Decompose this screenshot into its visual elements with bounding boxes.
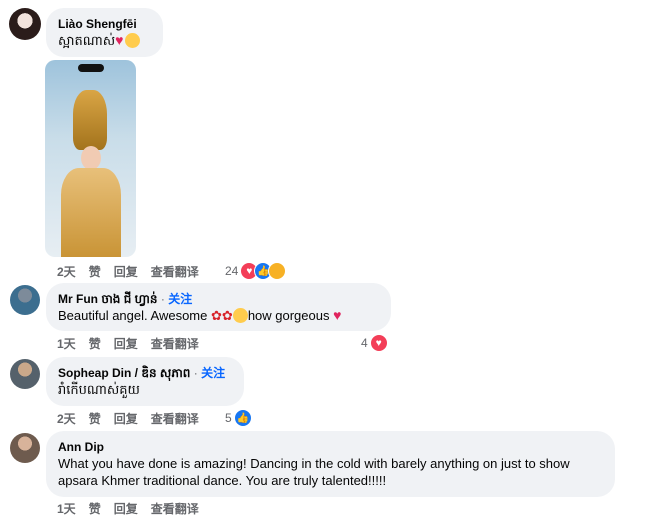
heart-reaction-icon: ♥ [369,334,388,352]
translate-button[interactable]: 查看翻译 [151,335,199,352]
like-button[interactable]: 赞 [89,335,101,352]
comment-author-line: Mr Fun ចាង ជី ហ្វាន់ · 关注 [58,291,379,307]
comment-actions: 2天赞回复 查看翻译 [57,410,212,427]
comment-time[interactable]: 1天 [57,335,76,352]
comment-time[interactable]: 2天 [57,263,76,280]
reply-button[interactable]: 回复 [114,500,138,517]
like-button[interactable]: 赞 [89,500,101,517]
translate-button[interactable]: 查看翻译 [151,500,199,517]
comment-text-part: how gorgeous [247,308,330,323]
comment-text-part: Beautiful angel. Awesome [58,308,208,323]
avatar[interactable] [10,359,40,389]
reaction-count: 5 [225,411,232,425]
comment-time[interactable]: 1天 [57,500,76,517]
reply-button[interactable]: 回复 [114,335,138,352]
comment-author[interactable]: Ann Dip [58,439,603,455]
heart-emoji-icon: ♥ [115,32,124,48]
comment-time[interactable]: 2天 [57,410,76,427]
kiss-emoji-icon [125,33,141,48]
follow-button[interactable]: 关注 [201,366,225,380]
reply-button[interactable]: 回复 [114,410,138,427]
separator-dot: · [160,292,165,306]
reply-button[interactable]: 回复 [114,263,138,280]
comment-image[interactable] [45,60,136,257]
reaction-summary[interactable]: 5 👍 [225,409,252,427]
comment-actions: 1天赞回复 查看翻译 [57,335,212,352]
comment-bubble: Ann Dip What you have done is amazing! D… [46,431,615,497]
avatar[interactable] [9,8,41,40]
comment-text-content: ស្អាតណាស់ [58,33,116,48]
headdress-shape [73,90,107,150]
separator-dot: · [193,366,198,380]
comment-author[interactable]: Sopheap Din / ឌិន សុភាព [58,366,190,380]
like-button[interactable]: 赞 [89,410,101,427]
translate-button[interactable]: 查看翻译 [151,263,199,280]
heart-emoji-icon: ♥ [333,307,342,323]
dancer-body [61,168,121,257]
comment-text: Beautiful angel. Awesome ✿✿ how gorgeous … [58,307,379,324]
heart-eyes-emoji-icon [232,308,248,323]
avatar[interactable] [10,285,40,315]
translate-button[interactable]: 查看翻译 [151,410,199,427]
comment-text: What you have done is amazing! Dancing i… [58,456,570,488]
like-button[interactable]: 赞 [89,263,101,280]
avatar[interactable] [10,433,40,463]
comment-bubble: Sopheap Din / ឌិន សុភាព · 关注 រាំកើបណាស់គ… [46,357,244,406]
comment-author[interactable]: Liào Shengfēi [58,16,151,32]
comment-bubble: Mr Fun ចាង ជី ហ្វាន់ · 关注 Beautiful ange… [46,283,391,331]
care-reaction-icon [268,262,287,280]
reaction-summary[interactable]: 4 ♥ [361,334,388,352]
comment-actions: 2天赞回复 查看翻译 [57,263,212,280]
dancer-face [81,146,101,170]
phone-notch-icon [78,64,104,72]
rose-emoji-icon: ✿ [221,308,233,323]
rose-emoji-icon: ✿ [211,308,222,323]
comment-author[interactable]: Mr Fun ចាង ជី ហ្វាន់ [58,292,158,306]
follow-button[interactable]: 关注 [168,292,192,306]
comment-bubble: Liào Shengfēi ស្អាតណាស់♥ [46,8,163,57]
reaction-summary[interactable]: 24 ♥ 👍 [225,262,287,280]
comment-text: រាំកើបណាស់គួយ [58,382,140,397]
comment-author-line: Sopheap Din / ឌិន សុភាព · 关注 [58,365,232,381]
reaction-count: 24 [225,264,239,278]
comment-actions: 1天赞回复 查看翻译 [57,500,212,517]
like-reaction-icon: 👍 [233,409,252,427]
comment-text: ស្អាតណាស់♥ [58,32,151,49]
reaction-count: 4 [361,336,368,350]
